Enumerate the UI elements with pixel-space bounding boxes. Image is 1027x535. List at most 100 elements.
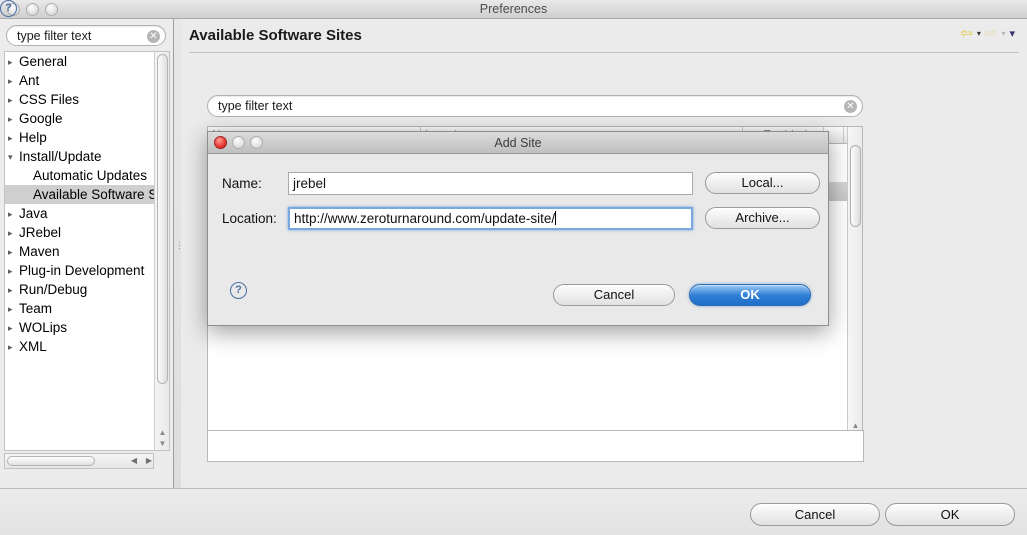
- ok-button[interactable]: OK: [885, 503, 1015, 526]
- sidebar-filter-input[interactable]: type filter text: [17, 29, 91, 43]
- sidebar-item-label: Plug-in Development: [19, 263, 145, 278]
- chevron-right-icon[interactable]: ▸: [8, 281, 19, 300]
- sidebar-item-available-software-sites[interactable]: Available Software Sites: [5, 185, 169, 204]
- sidebar-item-label: Install/Update: [19, 149, 102, 164]
- name-label: Name:: [222, 176, 262, 191]
- sidebar-item-label: CSS Files: [19, 92, 80, 107]
- sidebar-item-automatic-updates[interactable]: Automatic Updates: [5, 166, 169, 185]
- sidebar-item-general[interactable]: ▸ General: [5, 52, 169, 71]
- software-sites-filter-field[interactable]: type filter text ✕: [207, 95, 863, 117]
- scroll-up-icon[interactable]: ▲: [158, 428, 167, 437]
- help-icon[interactable]: ?: [0, 0, 17, 17]
- sidebar-item-help[interactable]: ▸ Help: [5, 128, 169, 147]
- sidebar-item-label: Automatic Updates: [33, 168, 148, 183]
- name-field[interactable]: jrebel: [288, 172, 693, 195]
- sidebar-filter[interactable]: type filter text ✕: [6, 25, 166, 46]
- scroll-down-icon[interactable]: ▼: [158, 439, 167, 448]
- sidebar-item-label: Ant: [19, 73, 40, 88]
- sidebar-item-install-update[interactable]: ▾ Install/Update: [5, 147, 169, 166]
- sidebar-item-label: Help: [19, 130, 47, 145]
- sidebar-item-team[interactable]: ▸ Team: [5, 299, 169, 318]
- sidebar-item-label: Run/Debug: [19, 282, 88, 297]
- sidebar-item-maven[interactable]: ▸ Maven: [5, 242, 169, 261]
- chevron-right-icon[interactable]: ▸: [8, 110, 19, 129]
- sidebar-item-plug-in-development[interactable]: ▸ Plug-in Development: [5, 261, 169, 280]
- text-cursor: [555, 211, 557, 225]
- chevron-right-icon[interactable]: ▸: [8, 91, 19, 110]
- navigation-icons: ⇦ ▾ ⇨ ▾ ▾: [960, 26, 1015, 41]
- dialog-ok-button[interactable]: OK: [689, 284, 811, 306]
- dialog-titlebar: Add Site: [208, 132, 828, 154]
- sidebar-item-label: General: [19, 54, 68, 69]
- header-divider: [189, 52, 1019, 53]
- tree-horizontal-scrollbar[interactable]: ◀ ▶: [4, 453, 154, 469]
- archive-button[interactable]: Archive...: [705, 207, 820, 229]
- sidebar-item-run-debug[interactable]: ▸ Run/Debug: [5, 280, 169, 299]
- scroll-left-icon[interactable]: ◀: [127, 455, 141, 467]
- software-sites-filter[interactable]: type filter text ✕: [207, 95, 863, 117]
- sidebar-item-css-files[interactable]: ▸ CSS Files: [5, 90, 169, 109]
- software-sites-filter-input[interactable]: type filter text: [218, 99, 292, 113]
- view-menu-icon[interactable]: ▾: [1009, 27, 1015, 40]
- chevron-right-icon[interactable]: ▸: [8, 338, 19, 357]
- forward-dropdown-icon: ▾: [1001, 29, 1006, 38]
- close-button[interactable]: [214, 136, 227, 149]
- scrollbar-thumb[interactable]: [850, 145, 861, 227]
- add-site-dialog: Add Site Name: jrebel Local... Location:…: [207, 131, 829, 326]
- sidebar-item-jrebel[interactable]: ▸ JRebel: [5, 223, 169, 242]
- chevron-right-icon[interactable]: ▸: [8, 205, 19, 224]
- chevron-down-icon[interactable]: ▾: [8, 148, 19, 167]
- sidebar-item-google[interactable]: ▸ Google: [5, 109, 169, 128]
- chevron-right-icon[interactable]: ▸: [8, 53, 19, 72]
- table-vertical-scrollbar[interactable]: ▲ ▼: [847, 127, 862, 443]
- preferences-tree[interactable]: ▸ General ▸ Ant ▸ CSS Files ▸ Google ▸ Help ▾ Insta…: [4, 51, 170, 451]
- minimize-button: [232, 136, 245, 149]
- cancel-button[interactable]: Cancel: [750, 503, 880, 526]
- location-field[interactable]: http://www.zeroturnaround.com/update-sit…: [288, 207, 693, 230]
- chevron-right-icon[interactable]: ▸: [8, 319, 19, 338]
- chevron-right-icon[interactable]: ▸: [8, 224, 19, 243]
- chevron-right-icon[interactable]: ▸: [8, 129, 19, 148]
- chevron-right-icon[interactable]: ▸: [8, 300, 19, 319]
- sidebar-item-label: Google: [19, 111, 63, 126]
- preferences-sidebar: type filter text ✕ ▸ General ▸ Ant ▸ CSS File…: [0, 19, 174, 488]
- sidebar-item-label: Maven: [19, 244, 60, 259]
- scroll-up-icon[interactable]: ▲: [851, 421, 860, 430]
- sidebar-item-wolips[interactable]: ▸ WOLips: [5, 318, 169, 337]
- forward-arrow-icon: ⇨: [984, 25, 998, 42]
- sidebar-item-label: XML: [19, 339, 47, 354]
- window-titlebar: Preferences: [0, 0, 1027, 19]
- sidebar-item-label: Java: [19, 206, 48, 221]
- back-arrow-icon[interactable]: ⇦: [960, 26, 973, 41]
- chevron-right-icon[interactable]: ▸: [8, 262, 19, 281]
- dialog-cancel-button[interactable]: Cancel: [553, 284, 675, 306]
- back-dropdown-icon[interactable]: ▾: [977, 29, 981, 38]
- chevron-right-icon[interactable]: ▸: [8, 72, 19, 91]
- clear-icon[interactable]: ✕: [844, 100, 857, 113]
- chevron-right-icon[interactable]: ▸: [8, 243, 19, 262]
- location-label: Location:: [222, 211, 277, 226]
- dialog-window-controls: [214, 136, 263, 149]
- help-icon[interactable]: ?: [230, 282, 247, 299]
- details-panel: [207, 430, 864, 462]
- location-field-value: http://www.zeroturnaround.com/update-sit…: [294, 211, 556, 226]
- sidebar-item-label: JRebel: [19, 225, 62, 240]
- clear-icon[interactable]: ✕: [147, 30, 160, 43]
- tree-vertical-scrollbar[interactable]: ▲ ▼: [154, 52, 169, 450]
- local-button[interactable]: Local...: [705, 172, 820, 194]
- sidebar-item-label: Team: [19, 301, 53, 316]
- window-title: Preferences: [479, 2, 548, 16]
- sidebar-item-java[interactable]: ▸ Java: [5, 204, 169, 223]
- page-header: Available Software Sites ⇦ ▾ ⇨ ▾ ▾: [189, 26, 1019, 55]
- sidebar-item-label: WOLips: [19, 320, 68, 335]
- sidebar-item-xml[interactable]: ▸ XML: [5, 337, 169, 356]
- tree-rows: ▸ General ▸ Ant ▸ CSS Files ▸ Google ▸ Help ▾ Insta…: [5, 52, 169, 356]
- scrollbar-thumb[interactable]: [7, 456, 95, 466]
- preferences-window: Preferences type filter text ✕ ▸ General ▸…: [0, 0, 1027, 535]
- sidebar-filter-field[interactable]: type filter text ✕: [6, 25, 166, 46]
- scrollbar-thumb[interactable]: [157, 54, 168, 384]
- sidebar-item-label: Available Software Sites: [33, 187, 170, 202]
- scroll-right-icon[interactable]: ▶: [142, 455, 156, 467]
- sidebar-item-ant[interactable]: ▸ Ant: [5, 71, 169, 90]
- name-field-value: jrebel: [293, 176, 327, 191]
